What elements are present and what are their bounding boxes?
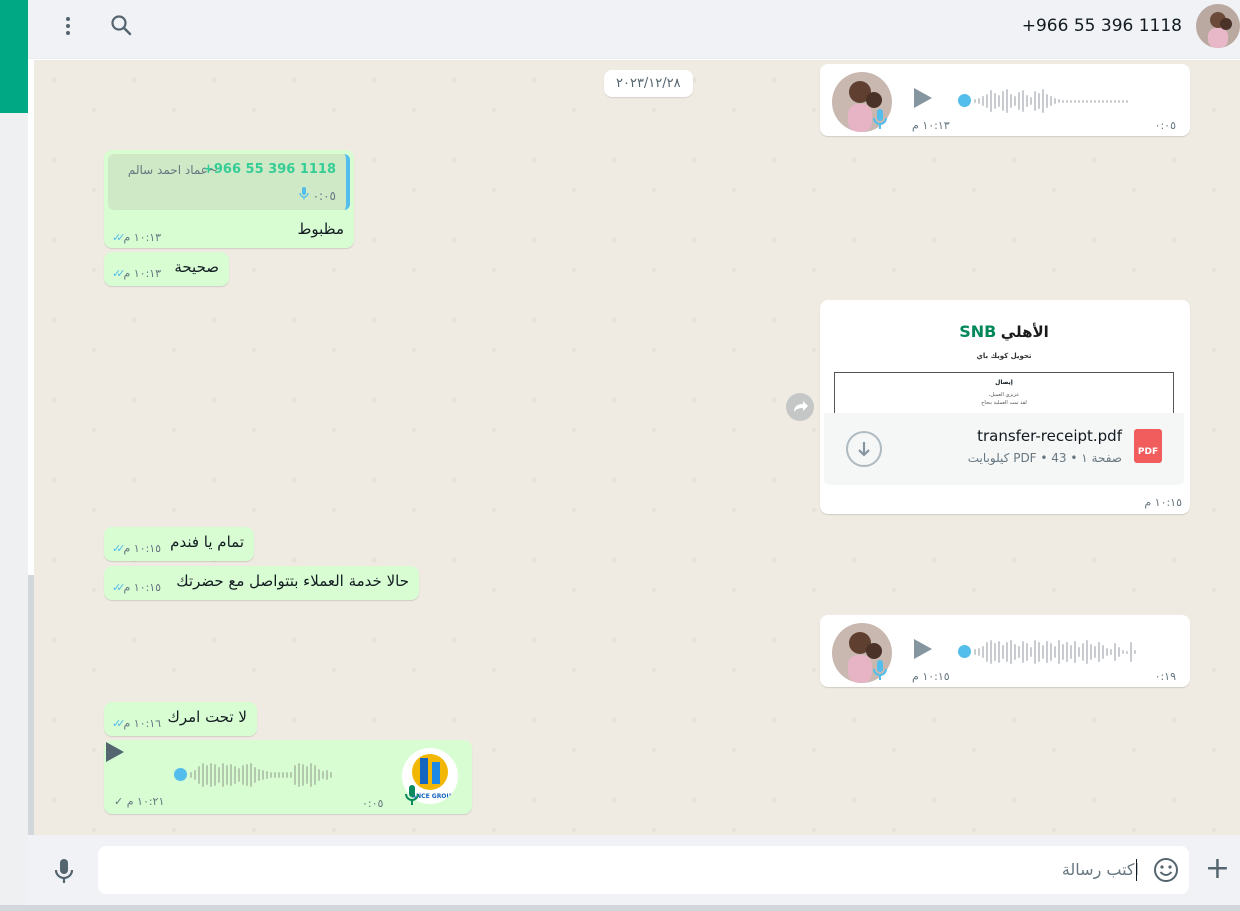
message-input-placeholder: اكتب رسالة [1061, 860, 1139, 879]
left-panel-strip [0, 0, 34, 911]
message-text: مظبوط [297, 220, 345, 238]
message-time: ١٠:١٥ م [912, 670, 950, 683]
date-chip: ٢٠٢٣/١٢/٢٨ [604, 70, 693, 97]
document-message-incoming: الأهلي SNB تحويل كويك باي إيصال عزيزي ال… [820, 300, 1190, 514]
message-time: ١٠:١٣ م [123, 231, 162, 244]
text-message-outgoing: لا تحت امرك ١٠:١٦ م ✓✓ [104, 702, 257, 736]
text-message-outgoing: صحيحة ١٠:١٣ م ✓✓ [104, 252, 229, 286]
message-time: ١٠:١٣ م [123, 267, 162, 280]
pdf-filename: transfer-receipt.pdf [977, 427, 1122, 445]
double-check-icon: ✓✓ [112, 231, 126, 244]
message-time: ١٠:١٥ م [1144, 496, 1182, 509]
voice-message-incoming: ٠:٠٥ ١٠:١٣ م [820, 64, 1190, 136]
message-meta: ١٠:١٥ م ✓✓ [112, 581, 161, 594]
playback-dot[interactable] [958, 94, 971, 107]
contact-name[interactable]: +966 55 396 1118 [1022, 16, 1182, 36]
message-text: حالا خدمة العملاء بتتواصل مع حضرتك [176, 572, 409, 590]
mic-icon [872, 659, 888, 685]
message-meta: ١٠:٢١ م ✓ [114, 795, 164, 808]
pdf-details: صفحة ١ • PDF • 43 كيلوبايت [967, 451, 1122, 465]
message-text: لا تحت امرك [167, 708, 247, 726]
message-meta: ١٠:١٣ م ✓✓ [112, 267, 161, 280]
composer-bar: اكتب رسالة + [28, 835, 1240, 905]
mic-icon [872, 108, 888, 134]
contact-avatar[interactable] [1196, 4, 1240, 48]
chat-header: +966 55 396 1118 [28, 0, 1240, 59]
pdf-preview[interactable]: الأهلي SNB تحويل كويك باي إيصال عزيزي ال… [824, 304, 1184, 413]
message-meta: ١٠:١٣ م ✓✓ [112, 231, 161, 244]
voice-message-incoming: ٠:١٩ ١٠:١٥ م [820, 615, 1190, 687]
download-icon[interactable] [846, 431, 882, 467]
bottom-strip [0, 905, 1240, 911]
message-time: ١٠:١٥ م [123, 542, 162, 555]
mic-icon [299, 187, 309, 200]
forward-icon[interactable] [786, 393, 814, 421]
message-input[interactable]: اكتب رسالة [98, 846, 1189, 894]
voice-message-outgoing: DIANCE GROUP ٠:٠٥ ١٠:٢١ م ✓ [104, 740, 472, 814]
double-check-icon: ✓✓ [112, 542, 126, 555]
message-time: ١٠:٢١ م [126, 795, 165, 808]
voice-waveform[interactable] [974, 637, 1136, 667]
voice-duration: ٠:٠٥ [1154, 119, 1176, 132]
emoji-icon[interactable] [1153, 857, 1179, 887]
text-message-outgoing: تمام يا فندم ١٠:١٥ م ✓✓ [104, 527, 254, 561]
reply-message-outgoing: +966 55 396 1118 ~عماد احمد سالم ٠:٠٥ مظ… [104, 150, 354, 248]
message-meta: ١٠:١٥ م ✓✓ [112, 542, 161, 555]
double-check-icon: ✓✓ [112, 581, 126, 594]
message-list[interactable]: ٢٠٢٣/١٢/٢٨ ٠:٠٥ ١٠:١٣ م +966 55 396 1118… [34, 60, 1240, 835]
pdf-icon: PDF [1134, 429, 1162, 463]
voice-waveform[interactable] [190, 760, 332, 790]
accent-bar [0, 0, 28, 113]
mic-icon[interactable] [54, 858, 74, 888]
playback-dot[interactable] [174, 768, 187, 781]
single-check-icon: ✓ [114, 795, 124, 808]
bank-logo: الأهلي SNB [959, 322, 1049, 341]
quoted-sender-number: +966 55 396 1118 [202, 162, 336, 177]
quoted-sender-alias: ~عماد احمد سالم [127, 163, 218, 177]
plus-icon[interactable]: + [1205, 854, 1230, 884]
message-text: تمام يا فندم [170, 533, 244, 551]
pdf-info[interactable]: PDF transfer-receipt.pdf صفحة ١ • PDF • … [824, 413, 1184, 485]
playback-dot[interactable] [958, 645, 971, 658]
menu-icon[interactable] [58, 14, 78, 38]
message-time: ١٠:١٦ م [123, 717, 162, 730]
text-message-outgoing: حالا خدمة العملاء بتتواصل مع حضرتك ١٠:١٥… [104, 566, 419, 600]
voice-waveform[interactable] [974, 86, 1128, 116]
double-check-icon: ✓✓ [112, 267, 126, 280]
play-icon[interactable] [912, 637, 934, 665]
double-check-icon: ✓✓ [112, 717, 126, 730]
voice-duration: ٠:١٩ [1154, 670, 1176, 683]
quoted-voice-duration: ٠:٠٥ [299, 186, 336, 203]
voice-duration: ٠:٠٥ [362, 797, 384, 810]
mic-icon [404, 784, 420, 810]
preview-box: إيصال عزيزي العميل، لقد تمت العملية بنجا… [834, 372, 1174, 413]
preview-title: تحويل كويك باي [976, 352, 1032, 360]
message-time: ١٠:١٣ م [912, 119, 950, 132]
quoted-message[interactable]: +966 55 396 1118 ~عماد احمد سالم ٠:٠٥ [108, 154, 350, 210]
message-text: صحيحة [174, 258, 219, 276]
message-meta: ١٠:١٦ م ✓✓ [112, 717, 161, 730]
play-icon[interactable] [912, 86, 934, 114]
message-time: ١٠:١٥ م [123, 581, 162, 594]
search-icon[interactable] [110, 14, 132, 40]
text-caret [1136, 859, 1137, 881]
